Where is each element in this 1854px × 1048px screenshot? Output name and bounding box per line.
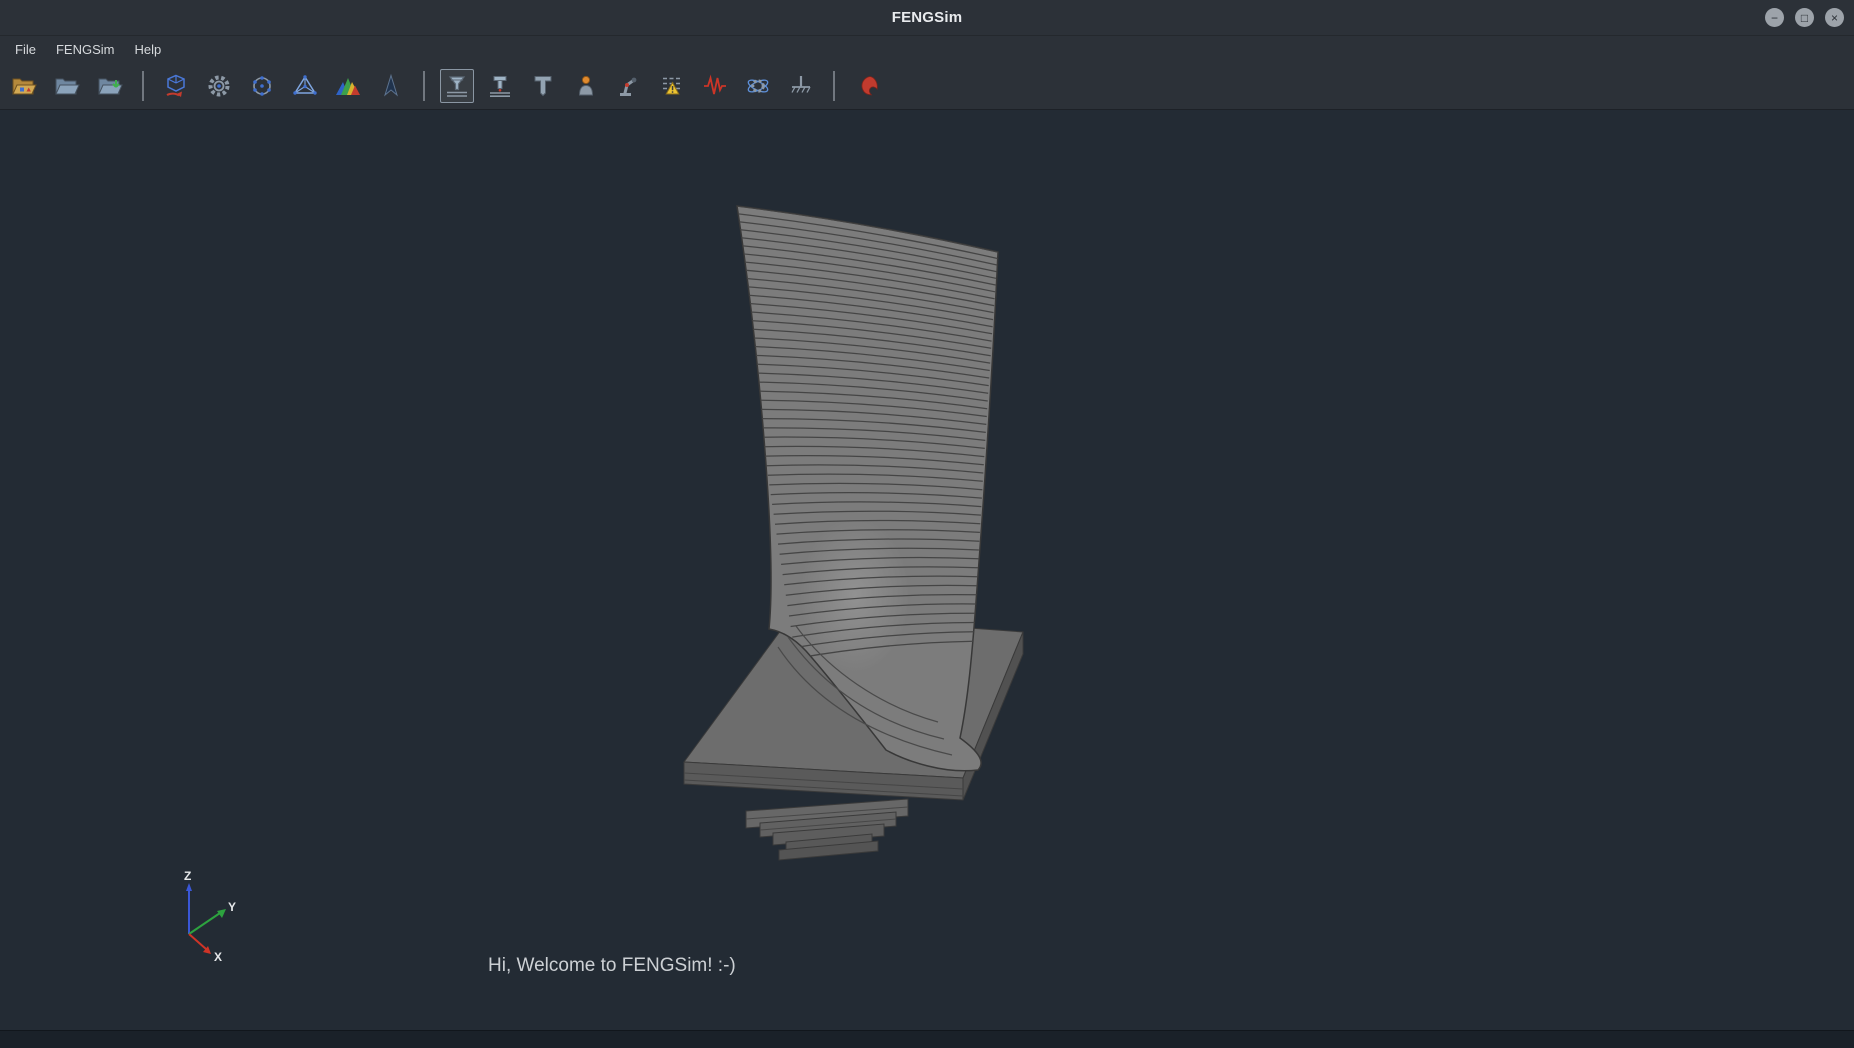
orbit-settings-icon xyxy=(745,73,771,99)
robot-button[interactable] xyxy=(569,69,603,103)
mesh-button[interactable] xyxy=(245,69,279,103)
toolbar-separator xyxy=(423,71,425,101)
slicing-button[interactable] xyxy=(440,69,474,103)
title-bar: FENGSim − □ × xyxy=(0,0,1854,36)
slicing-icon xyxy=(444,73,470,99)
robot-arm-button[interactable] xyxy=(612,69,646,103)
open-model-button[interactable] xyxy=(7,69,41,103)
menu-fengsim[interactable]: FENGSim xyxy=(47,39,124,60)
toolbar xyxy=(0,62,1854,110)
toolbar-separator xyxy=(142,71,144,101)
support-icon xyxy=(788,73,814,99)
probe-icon xyxy=(378,73,404,99)
deposition-button[interactable] xyxy=(483,69,517,103)
save-project-icon xyxy=(97,73,123,99)
save-project-button[interactable] xyxy=(93,69,127,103)
postprocess-icon xyxy=(335,73,361,99)
minimize-icon: − xyxy=(1771,12,1778,24)
close-icon: × xyxy=(1831,12,1838,24)
blade-root xyxy=(746,799,908,860)
open-project-icon xyxy=(54,73,80,99)
orbit-settings-button[interactable] xyxy=(741,69,775,103)
inspection-icon xyxy=(659,73,685,99)
status-bar xyxy=(0,1030,1854,1048)
fem-button[interactable] xyxy=(288,69,322,103)
physics-icon xyxy=(206,73,232,99)
deposition-icon xyxy=(487,73,513,99)
3d-viewport[interactable]: Z Y X Hi, Welcome to FENGSim! :-) xyxy=(0,110,1854,1030)
turbine-blade-model[interactable] xyxy=(684,206,1023,860)
menu-help[interactable]: Help xyxy=(125,39,170,60)
mesh-icon xyxy=(249,73,275,99)
robot-arm-icon xyxy=(616,73,642,99)
axis-y-label: Y xyxy=(228,900,236,914)
axis-x-label: X xyxy=(214,950,222,964)
open-model-icon xyxy=(11,73,37,99)
minimize-button[interactable]: − xyxy=(1765,8,1784,27)
signal-button[interactable] xyxy=(698,69,732,103)
welcome-message: Hi, Welcome to FENGSim! :-) xyxy=(488,955,736,977)
milling-icon xyxy=(530,73,556,99)
fem-icon xyxy=(292,73,318,99)
axis-z-label: Z xyxy=(184,869,191,883)
postprocess-button[interactable] xyxy=(331,69,365,103)
window-controls: − □ × xyxy=(1765,0,1844,35)
axes-triad: Z Y X xyxy=(184,869,236,964)
tools-icon xyxy=(854,73,880,99)
menu-bar: File FENGSim Help xyxy=(0,36,1854,62)
inspection-button[interactable] xyxy=(655,69,689,103)
probe-button[interactable] xyxy=(374,69,408,103)
cad-button[interactable] xyxy=(159,69,193,103)
window-title: FENGSim xyxy=(892,9,963,26)
robot-icon xyxy=(573,73,599,99)
menu-file[interactable]: File xyxy=(6,39,45,60)
maximize-button[interactable]: □ xyxy=(1795,8,1814,27)
physics-button[interactable] xyxy=(202,69,236,103)
tools-button[interactable] xyxy=(850,69,884,103)
maximize-icon: □ xyxy=(1801,12,1808,24)
signal-icon xyxy=(702,73,728,99)
milling-button[interactable] xyxy=(526,69,560,103)
viewport-canvas: Z Y X xyxy=(0,110,1854,1030)
cad-icon xyxy=(163,73,189,99)
support-button[interactable] xyxy=(784,69,818,103)
toolbar-separator xyxy=(833,71,835,101)
open-project-button[interactable] xyxy=(50,69,84,103)
close-button[interactable]: × xyxy=(1825,8,1844,27)
